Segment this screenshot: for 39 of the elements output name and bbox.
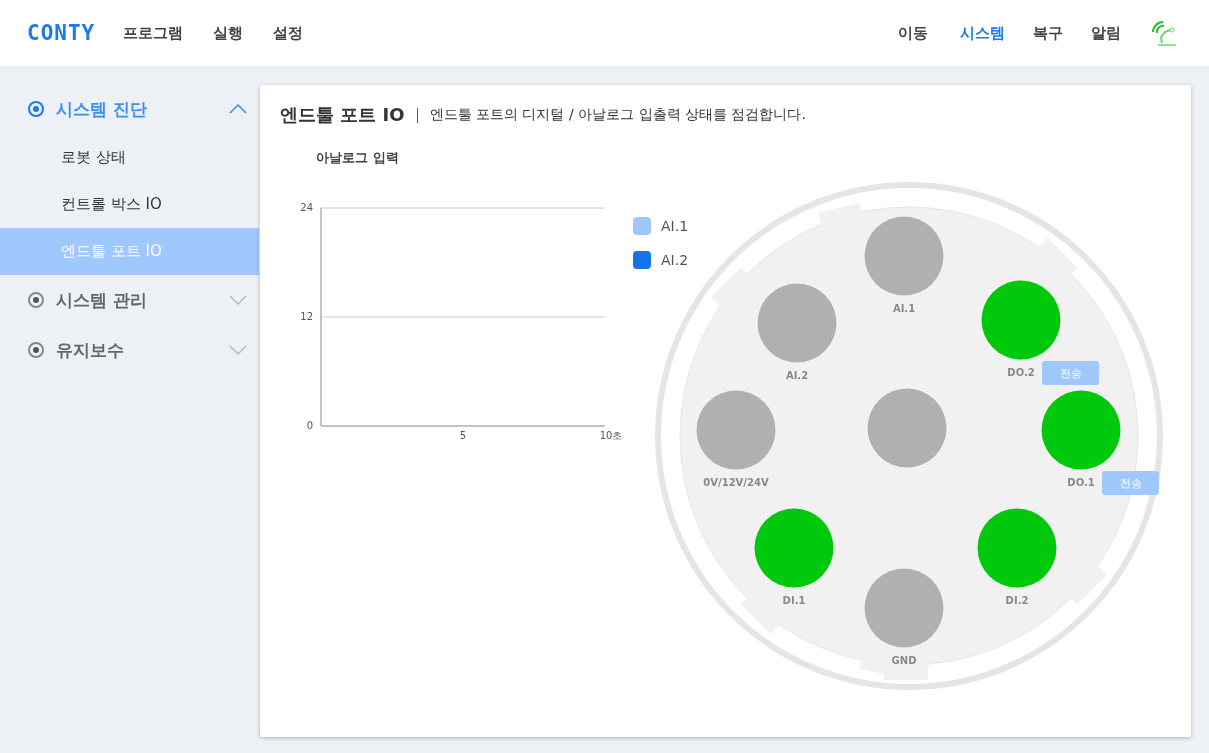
radio-icon bbox=[28, 292, 44, 308]
group-label: 시스템 진단 bbox=[56, 97, 148, 121]
page-description: 엔드툴 포트의 디지털 / 아날로그 입출력 상태를 점검합니다. bbox=[429, 106, 806, 124]
radio-icon bbox=[28, 101, 44, 117]
pin-label: 0V/12V/24V bbox=[703, 477, 769, 488]
pin-label: DI.1 bbox=[782, 595, 806, 606]
sidebar-group[interactable]: 시스템 관리 bbox=[0, 275, 259, 325]
group-label: 유지보수 bbox=[56, 338, 125, 362]
y-axis-label: 12 bbox=[300, 311, 313, 322]
x-axis-label: 10초 bbox=[599, 430, 623, 441]
pin-label: DO.1 bbox=[1067, 477, 1095, 488]
chevron-up-icon bbox=[229, 104, 247, 114]
pin-label: DO.2 bbox=[1007, 367, 1035, 378]
nav-link[interactable]: 이동 bbox=[898, 23, 928, 43]
y-axis-label: 24 bbox=[300, 202, 313, 213]
legend-label: AI.1 bbox=[661, 218, 689, 234]
pin-label: AI.1 bbox=[892, 303, 916, 314]
y-axis-label: 0 bbox=[306, 420, 313, 431]
x-axis-label: 5 bbox=[459, 430, 467, 441]
nav-link[interactable]: 시스템 bbox=[960, 23, 1005, 43]
pin-label: GND bbox=[891, 655, 917, 666]
sidebar-item[interactable]: 로봇 상태 bbox=[0, 134, 259, 181]
page-title: 엔드툴 포트 IO bbox=[280, 103, 405, 127]
chevron-down-icon bbox=[229, 295, 247, 305]
nav-link[interactable]: 복구 bbox=[1033, 23, 1063, 43]
nav-link[interactable]: 알림 bbox=[1091, 23, 1121, 43]
nav-link[interactable]: 실행 bbox=[213, 23, 244, 43]
pin-label: AI.2 bbox=[785, 370, 809, 381]
sidebar-group[interactable]: 유지보수 bbox=[0, 325, 259, 375]
nav-link[interactable]: 프로그램 bbox=[123, 23, 184, 43]
chart-title: 아날로그 입력 bbox=[316, 149, 400, 167]
nav-link[interactable]: 설정 bbox=[273, 23, 304, 43]
logo[interactable]: CONTY bbox=[27, 21, 96, 45]
chevron-down-icon bbox=[229, 345, 247, 355]
pin-label: DI.2 bbox=[1005, 595, 1029, 606]
radio-icon bbox=[28, 342, 44, 358]
group-label: 시스템 관리 bbox=[56, 288, 148, 312]
legend-label: AI.2 bbox=[661, 252, 689, 268]
sidebar-item[interactable]: 컨트롤 박스 IO bbox=[0, 181, 259, 228]
